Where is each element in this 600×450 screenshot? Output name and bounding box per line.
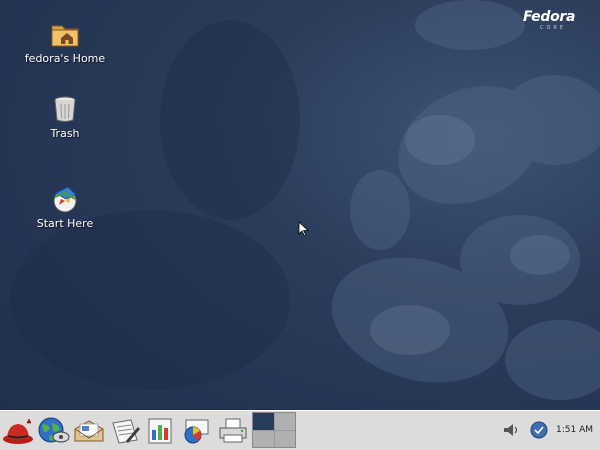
start-here-icon <box>53 186 77 213</box>
workspace-2[interactable] <box>274 413 295 430</box>
fedora-logo-sub: CORE <box>540 25 567 31</box>
desktop-icon-home[interactable]: fedora's Home <box>15 18 115 65</box>
fedora-logo: Fedora <box>523 9 576 25</box>
desktop-icon-start-here[interactable]: Start Here <box>15 183 115 230</box>
word-processor-icon[interactable] <box>108 415 142 447</box>
workspace-switcher[interactable] <box>252 412 296 448</box>
home-folder-icon <box>51 25 79 47</box>
print-manager-icon[interactable] <box>216 415 250 447</box>
desktop[interactable]: Fedora CORE fedora's Home Trash Start He… <box>0 0 600 450</box>
web-browser-icon[interactable] <box>36 415 70 447</box>
trash-icon <box>54 96 76 122</box>
desktop-icon-label: Trash <box>50 127 80 140</box>
desktop-icon-label: Start Here <box>36 217 94 230</box>
bottom-panel: 1:51 AM <box>0 410 600 450</box>
workspace-3[interactable] <box>253 430 274 447</box>
update-notifier-icon[interactable] <box>530 421 548 439</box>
presentation-icon[interactable] <box>180 415 214 447</box>
desktop-icon-label: fedora's Home <box>24 52 106 65</box>
desktop-icon-trash[interactable]: Trash <box>15 93 115 140</box>
panel-clock[interactable]: 1:51 AM <box>556 425 593 435</box>
email-icon[interactable] <box>72 415 106 447</box>
workspace-4[interactable] <box>274 430 295 447</box>
workspace-1[interactable] <box>253 413 274 430</box>
volume-icon[interactable] <box>502 421 520 439</box>
mouse-pointer-icon <box>298 221 310 237</box>
redhat-menu-icon[interactable] <box>1 415 35 447</box>
spreadsheet-icon[interactable] <box>144 415 178 447</box>
